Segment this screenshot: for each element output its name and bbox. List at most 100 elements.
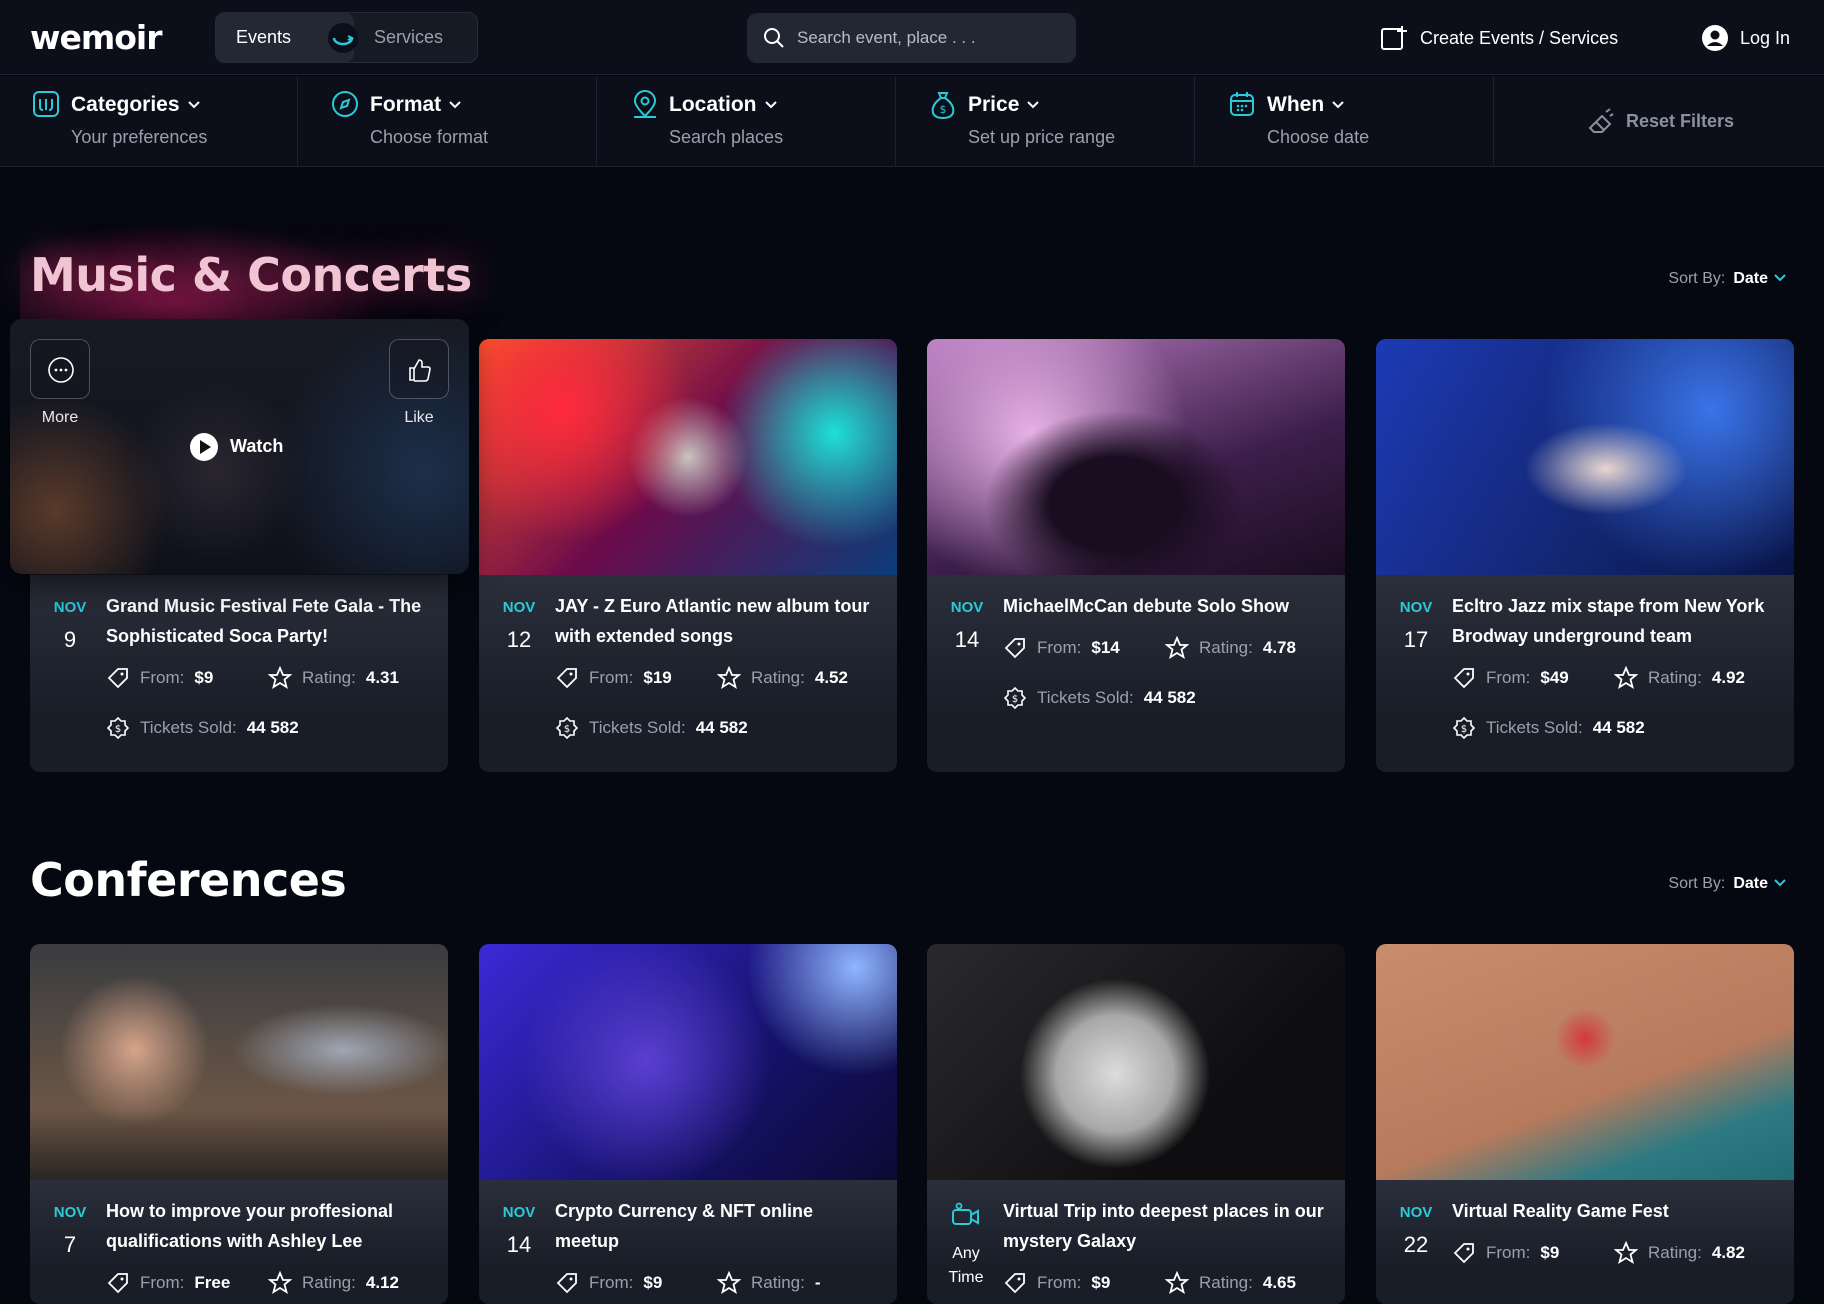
event-card[interactable]: NOV 14 Crypto Currency & NFT online meet…: [479, 944, 897, 1304]
login-button[interactable]: Log In: [1702, 22, 1790, 54]
event-card-body: NOV 12 JAY - Z Euro Atlantic new album t…: [479, 575, 897, 772]
event-card-body: NOV 22 Virtual Reality Game Fest From: $9…: [1376, 1180, 1794, 1304]
rating-label: Rating:: [302, 668, 356, 687]
sort-by-label: Sort By:: [1668, 270, 1726, 287]
event-rating: Rating: 4.78: [1165, 636, 1296, 660]
svg-text:$: $: [1461, 724, 1467, 735]
price-label: From:: [140, 1273, 185, 1292]
event-rating: Rating: 4.12: [268, 1271, 399, 1295]
price-tag-icon: [556, 668, 577, 689]
events-services-toggle[interactable]: Events Services: [215, 12, 478, 63]
event-title[interactable]: MichaelMcCan debute Solo Show: [1003, 591, 1328, 621]
price-value: $9: [643, 1273, 663, 1292]
search-input[interactable]: Search event, place . . .: [747, 13, 1076, 63]
event-card[interactable]: NOV 22 Virtual Reality Game Fest From: $9…: [1376, 944, 1794, 1304]
sort-by-music[interactable]: Sort By: Date: [1668, 265, 1786, 293]
money-bag-icon: $: [931, 92, 955, 120]
categories-icon: [33, 91, 59, 117]
top-header: wemoir Events Services Search event, pla…: [0, 0, 1824, 75]
filter-format[interactable]: Format Choose format: [299, 76, 597, 167]
event-card[interactable]: NOV 7 How to improve your proffesional q…: [30, 944, 448, 1304]
filter-categories[interactable]: Categories Your preferences: [0, 76, 298, 167]
filter-when-sub: Choose date: [1267, 127, 1370, 147]
event-title[interactable]: Virtual Reality Game Fest: [1452, 1196, 1777, 1226]
more-options-icon: [48, 357, 74, 383]
event-title[interactable]: How to improve your proffesional qualifi…: [106, 1196, 431, 1256]
tickets-value: 44 582: [1143, 688, 1196, 707]
tickets-label: Tickets Sold:: [589, 718, 686, 737]
login-label: Log In: [1740, 28, 1791, 48]
event-image: [927, 339, 1345, 575]
star-icon: [268, 1271, 292, 1294]
tickets-value: 44 582: [246, 718, 299, 737]
event-month: NOV: [1399, 599, 1433, 616]
event-title[interactable]: Grand Music Festival Fete Gala - The Sop…: [106, 591, 431, 651]
services-tab[interactable]: Services: [352, 13, 477, 62]
price-value: $9: [1091, 1273, 1111, 1292]
event-price: From: Free: [106, 1271, 230, 1295]
event-tickets: $ Tickets Sold: 44 582: [555, 716, 748, 740]
event-day: 14: [506, 1232, 532, 1257]
sort-by-conferences[interactable]: Sort By: Date: [1668, 870, 1786, 898]
eraser-icon: [1588, 108, 1614, 133]
event-day: 9: [63, 627, 77, 652]
chevron-down-icon: [449, 101, 461, 109]
event-card[interactable]: Any Time Virtual Trip into deepest place…: [927, 944, 1345, 1304]
ticket-icon: $: [1452, 716, 1476, 740]
star-icon: [268, 666, 292, 689]
filter-when[interactable]: When Choose date: [1196, 76, 1494, 167]
watch-button[interactable]: Watch: [190, 431, 283, 461]
event-day: 14: [954, 627, 980, 652]
event-card-body: NOV 14 Crypto Currency & NFT online meet…: [479, 1180, 897, 1304]
event-price: From: $9: [555, 1271, 662, 1295]
thumbs-up-icon: [409, 359, 431, 382]
event-card[interactable]: NOV 17 Ecltro Jazz mix stape from New Yo…: [1376, 339, 1794, 772]
create-events-button[interactable]: Create Events / Services: [1380, 22, 1618, 54]
reset-filters-button[interactable]: Reset Filters: [1584, 104, 1734, 138]
event-month: NOV: [502, 599, 536, 616]
filter-price[interactable]: $ Price Set up price range: [897, 76, 1195, 167]
filter-location-sub: Search places: [669, 127, 784, 147]
event-image: [479, 944, 897, 1180]
event-title[interactable]: Virtual Trip into deepest places in our …: [1003, 1196, 1328, 1256]
like-label: Like: [404, 409, 434, 426]
price-tag-icon: [1004, 1273, 1025, 1294]
event-title[interactable]: JAY - Z Euro Atlantic new album tour wit…: [555, 591, 880, 651]
event-card-body: NOV 17 Ecltro Jazz mix stape from New Yo…: [1376, 575, 1794, 772]
event-month: NOV: [53, 1204, 87, 1221]
create-events-label: Create Events / Services: [1420, 28, 1619, 48]
filter-location[interactable]: Location Search places: [598, 76, 896, 167]
event-card[interactable]: NOV 12 JAY - Z Euro Atlantic new album t…: [479, 339, 897, 772]
filter-format-sub: Choose format: [370, 127, 489, 147]
price-value: $9: [1540, 1243, 1560, 1262]
section-title-music: Music & Concerts: [30, 248, 472, 302]
like-button[interactable]: [389, 339, 449, 399]
rating-label: Rating:: [302, 1273, 356, 1292]
rating-value: 4.52: [814, 668, 848, 687]
event-title[interactable]: Ecltro Jazz mix stape from New York Brod…: [1452, 591, 1777, 651]
event-card-body: Any Time Virtual Trip into deepest place…: [927, 1180, 1345, 1304]
star-icon: [1165, 1271, 1189, 1294]
event-month: NOV: [950, 599, 984, 616]
event-card[interactable]: NOV 14 MichaelMcCan debute Solo Show Fro…: [927, 339, 1345, 772]
hover-preview[interactable]: More Like Watch: [10, 319, 469, 574]
event-title[interactable]: Crypto Currency & NFT online meetup: [555, 1196, 880, 1256]
calendar-icon: [1230, 92, 1254, 116]
event-price: From: $49: [1452, 666, 1569, 690]
toggle-knob[interactable]: [328, 23, 358, 53]
price-label: From:: [1037, 1273, 1082, 1292]
event-image: [479, 339, 897, 575]
event-day: 17: [1403, 627, 1429, 652]
star-icon: [1614, 666, 1638, 689]
rating-label: Rating:: [1199, 638, 1253, 657]
rating-label: Rating:: [751, 1273, 805, 1292]
ticket-icon: $: [1003, 686, 1027, 710]
price-label: From:: [1037, 638, 1082, 657]
event-day: 22: [1403, 1232, 1429, 1257]
filter-location-title: Location: [669, 93, 757, 116]
ticket-icon: $: [106, 716, 130, 740]
more-button[interactable]: [30, 339, 90, 399]
logo[interactable]: wemoir: [30, 18, 163, 57]
chevron-down-icon: [1774, 274, 1786, 282]
event-day: 7: [63, 1232, 77, 1257]
